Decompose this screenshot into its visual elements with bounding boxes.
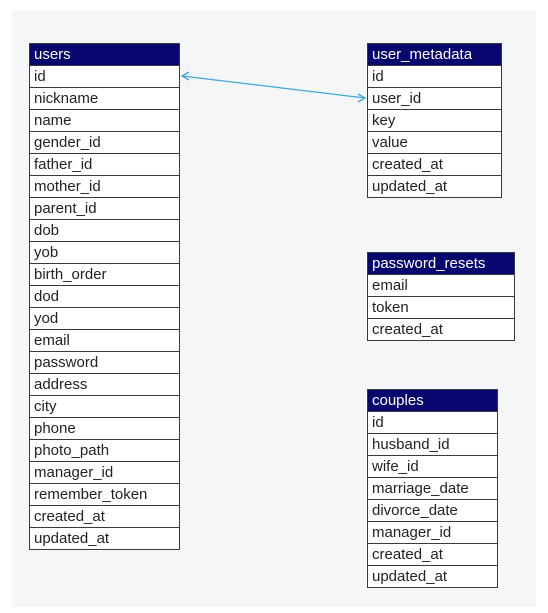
table-column-name[interactable]: name bbox=[30, 109, 179, 131]
table-header: password_resets bbox=[368, 253, 514, 274]
table-column-photo-path[interactable]: photo_path bbox=[30, 439, 179, 461]
table-column-email[interactable]: email bbox=[368, 274, 514, 296]
table-column-created-at[interactable]: created_at bbox=[368, 543, 497, 565]
table-column-husband-id[interactable]: husband_id bbox=[368, 433, 497, 455]
table-column-password[interactable]: password bbox=[30, 351, 179, 373]
table-password-resets[interactable]: password_resets email token created_at bbox=[367, 252, 515, 341]
table-column-manager-id[interactable]: manager_id bbox=[368, 521, 497, 543]
table-column-token[interactable]: token bbox=[368, 296, 514, 318]
table-column-email[interactable]: email bbox=[30, 329, 179, 351]
table-column-nickname[interactable]: nickname bbox=[30, 87, 179, 109]
table-column-dod[interactable]: dod bbox=[30, 285, 179, 307]
table-column-created-at[interactable]: created_at bbox=[30, 505, 179, 527]
table-column-manager-id[interactable]: manager_id bbox=[30, 461, 179, 483]
table-column-key[interactable]: key bbox=[368, 109, 501, 131]
table-couples[interactable]: couples id husband_id wife_id marriage_date d… bbox=[367, 389, 498, 588]
table-column-created-at[interactable]: created_at bbox=[368, 318, 514, 340]
table-column-created-at[interactable]: created_at bbox=[368, 153, 501, 175]
table-header: users bbox=[30, 44, 179, 65]
table-column-father-id[interactable]: father_id bbox=[30, 153, 179, 175]
table-column-user-id[interactable]: user_id bbox=[368, 87, 501, 109]
table-user-metadata[interactable]: user_metadata id user_id key value created_at… bbox=[367, 43, 502, 198]
table-column-mother-id[interactable]: mother_id bbox=[30, 175, 179, 197]
table-column-value[interactable]: value bbox=[368, 131, 501, 153]
table-header: user_metadata bbox=[368, 44, 501, 65]
table-column-yod[interactable]: yod bbox=[30, 307, 179, 329]
table-header: couples bbox=[368, 390, 497, 411]
table-column-updated-at[interactable]: updated_at bbox=[368, 565, 497, 587]
table-column-birth-order[interactable]: birth_order bbox=[30, 263, 179, 285]
table-column-gender-id[interactable]: gender_id bbox=[30, 131, 179, 153]
table-column-id[interactable]: id bbox=[30, 65, 179, 87]
table-column-remember-token[interactable]: remember_token bbox=[30, 483, 179, 505]
table-column-id[interactable]: id bbox=[368, 411, 497, 433]
table-column-dob[interactable]: dob bbox=[30, 219, 179, 241]
table-column-id[interactable]: id bbox=[368, 65, 501, 87]
table-column-yob[interactable]: yob bbox=[30, 241, 179, 263]
table-column-phone[interactable]: phone bbox=[30, 417, 179, 439]
table-column-wife-id[interactable]: wife_id bbox=[368, 455, 497, 477]
table-column-updated-at[interactable]: updated_at bbox=[30, 527, 179, 549]
table-column-divorce-date[interactable]: divorce_date bbox=[368, 499, 497, 521]
table-users[interactable]: users id nickname name gender_id father_id mot… bbox=[29, 43, 180, 550]
table-column-marriage-date[interactable]: marriage_date bbox=[368, 477, 497, 499]
table-column-address[interactable]: address bbox=[30, 373, 179, 395]
table-column-parent-id[interactable]: parent_id bbox=[30, 197, 179, 219]
table-column-city[interactable]: city bbox=[30, 395, 179, 417]
table-column-updated-at[interactable]: updated_at bbox=[368, 175, 501, 197]
